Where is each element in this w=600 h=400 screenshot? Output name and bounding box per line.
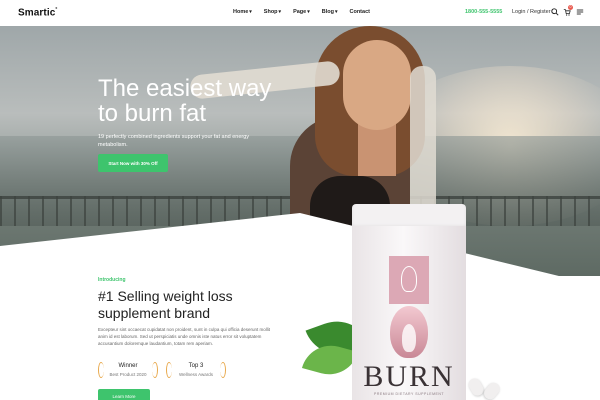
phone-number[interactable]: 1800-555-5555 [465, 9, 502, 15]
section-eyebrow: Introducing [98, 277, 126, 283]
cart-count-badge: 0 [568, 5, 573, 10]
nav-item-home[interactable]: Home▾ [233, 9, 252, 15]
capsule [481, 380, 503, 400]
start-now-button[interactable]: Start Now with 30% Off [98, 154, 168, 172]
site-header: Smartic° Home▾ Shop▾ Page▾ Blog▾ Contact… [0, 0, 600, 26]
chevron-down-icon: ▾ [278, 9, 282, 15]
product-tagline: PREMIUM DIETARY SUPPLEMENT [374, 392, 444, 396]
nav-item-contact[interactable]: Contact [349, 9, 369, 15]
flame-icon [390, 306, 428, 358]
login-register-link[interactable]: Login / Register [512, 9, 551, 15]
jar-lid [352, 204, 466, 228]
menu-icon[interactable] [576, 8, 584, 16]
award-badge: Winner Best Product 2020 [98, 360, 158, 382]
hero-subtitle: 19 perfectly combined ingredients suppor… [98, 134, 250, 148]
product-name: BURN [363, 360, 455, 393]
chevron-down-icon: ▾ [307, 9, 310, 15]
learn-more-button[interactable]: Learn More [98, 389, 150, 400]
chevron-down-icon: ▾ [249, 9, 252, 15]
chevron-down-icon: ▾ [334, 9, 338, 15]
section-title: #1 Selling weight loss supplement brand [98, 288, 233, 321]
nav-item-blog[interactable]: Blog▾ [322, 9, 338, 15]
brand-emblem-icon [389, 256, 429, 304]
product-jar: BURN PREMIUM DIETARY SUPPLEMENT WOMEN [352, 204, 466, 400]
site-logo[interactable]: Smartic° [18, 7, 58, 18]
search-icon[interactable] [551, 8, 559, 16]
nav-item-shop[interactable]: Shop▾ [264, 9, 281, 15]
hero-towel-end [410, 66, 436, 216]
award-badge: Top 3 Wellness Awards [166, 360, 226, 382]
nav-item-page[interactable]: Page▾ [293, 9, 310, 15]
jar-body: BURN PREMIUM DIETARY SUPPLEMENT WOMEN [352, 226, 466, 400]
hero-banner: The easiest way to burn fat 19 perfectly… [0, 26, 600, 276]
main-nav: Home▾ Shop▾ Page▾ Blog▾ Contact [233, 9, 370, 15]
hero-title: The easiest way to burn fat [98, 75, 272, 127]
section-paragraph: Excepteur sint occaecat cupidatat non pr… [98, 327, 271, 346]
capsule [466, 376, 486, 398]
